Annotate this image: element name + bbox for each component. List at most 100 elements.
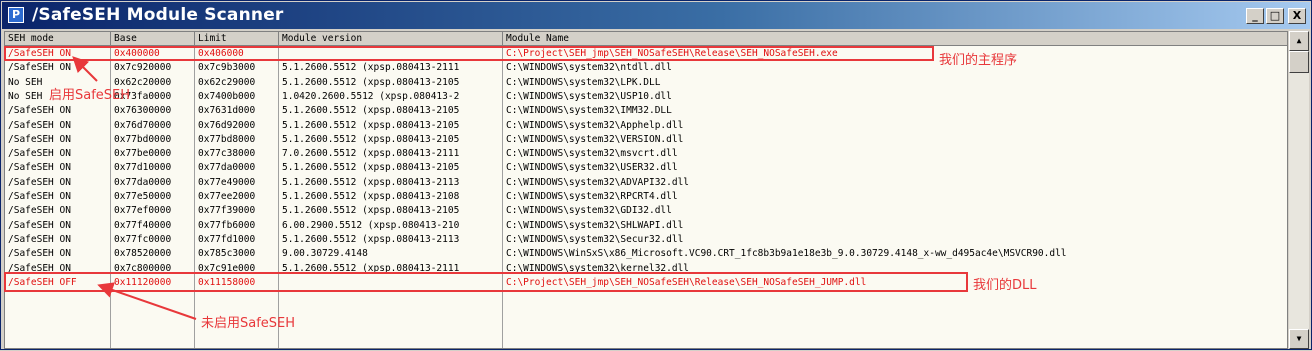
module-version-cell: 5.1.2600.5512 (xpsp.080413-2105	[282, 162, 460, 174]
limit-cell: 0x77e49000	[198, 176, 256, 188]
base-cell: 0x77f40000	[114, 219, 172, 231]
scroll-down-arrow-icon[interactable]: ▼	[1289, 329, 1309, 349]
limit-cell: 0x77fd1000	[198, 233, 256, 245]
scanner-window: P /SafeSEH Module Scanner _ □ X SEH mode…	[0, 0, 1312, 350]
scroll-thumb[interactable]	[1289, 51, 1309, 73]
table-row[interactable]: /SafeSEH ON 0x7c920000 0x7c9b3000 5.1.2600.…	[5, 61, 1287, 75]
annotation-main-program: 我们的主程序	[939, 53, 1018, 68]
seh-mode-cell: /SafeSEH ON	[8, 219, 71, 231]
base-cell: 0x7c920000	[114, 62, 172, 74]
module-name-cell: C:\WINDOWS\system32\Apphelp.dll	[506, 119, 684, 131]
module-version-cell: 5.1.2600.5512 (xpsp.080413-2105	[282, 76, 460, 88]
module-name-cell: C:\WINDOWS\system32\VERSION.dll	[506, 133, 684, 145]
limit-cell: 0x785c3000	[198, 248, 256, 260]
module-version-cell: 7.0.2600.5512 (xpsp.080413-2111	[282, 148, 460, 160]
seh-mode-cell: /SafeSEH ON	[8, 205, 71, 217]
module-name-cell: C:\WINDOWS\system32\ntdll.dll	[506, 62, 672, 74]
seh-mode-cell: /SafeSEH ON	[8, 105, 71, 117]
module-name-cell: C:\WINDOWS\system32\IMM32.DLL	[506, 105, 672, 117]
limit-cell: 0x7400b000	[198, 90, 256, 102]
module-name-cell: C:\WINDOWS\system32\USER32.dll	[506, 162, 678, 174]
annotation-enabled-safeseh: 启用SafeSEH	[49, 88, 131, 103]
module-version-cell: 5.1.2600.5512 (xpsp.080413-2113	[282, 233, 460, 245]
limit-cell: 0x77fb6000	[198, 219, 256, 231]
limit-cell: 0x77bd8000	[198, 133, 256, 145]
table-row[interactable]: /SafeSEH ON 0x77bd0000 0x77bd8000 5.1.2600.…	[5, 133, 1287, 147]
column-header-limit[interactable]: Limit	[195, 32, 279, 46]
close-button[interactable]: X	[1288, 8, 1306, 24]
seh-mode-cell: /SafeSEH ON	[8, 148, 71, 160]
title-bar[interactable]: P /SafeSEH Module Scanner _ □ X	[2, 2, 1310, 29]
table-row[interactable]: /SafeSEH ON 0x78520000 0x785c3000 9.00.3072…	[5, 247, 1287, 261]
table-row[interactable]: /SafeSEH ON 0x76d70000 0x76d92000 5.1.2600.…	[5, 119, 1287, 133]
base-cell: 0x76d70000	[114, 119, 172, 131]
column-header-base[interactable]: Base	[111, 32, 195, 46]
table-row[interactable]: /SafeSEH ON 0x77fc0000 0x77fd1000 5.1.2600.…	[5, 233, 1287, 247]
highlight-box-main-program	[4, 46, 934, 61]
table-row[interactable]: /SafeSEH ON 0x77d10000 0x77da0000 5.1.2600.…	[5, 161, 1287, 175]
seh-mode-cell: /SafeSEH ON	[8, 233, 71, 245]
limit-cell: 0x77f39000	[198, 205, 256, 217]
seh-mode-cell: /SafeSEH ON	[8, 133, 71, 145]
limit-cell: 0x77da0000	[198, 162, 256, 174]
module-version-cell: 5.1.2600.5512 (xpsp.080413-2105	[282, 119, 460, 131]
base-cell: 0x78520000	[114, 248, 172, 260]
base-cell: 0x77fc0000	[114, 233, 172, 245]
base-cell: 0x77d10000	[114, 162, 172, 174]
limit-cell: 0x77c38000	[198, 148, 256, 160]
seh-mode-cell: /SafeSEH ON	[8, 119, 71, 131]
seh-mode-cell: /SafeSEH ON	[8, 62, 71, 74]
module-name-cell: C:\WINDOWS\WinSxS\x86_Microsoft.VC90.CRT…	[506, 248, 1067, 260]
column-header-seh-mode[interactable]: SEH mode	[5, 32, 111, 46]
seh-mode-cell: /SafeSEH ON	[8, 248, 71, 260]
base-cell: 0x77e50000	[114, 191, 172, 202]
table-row[interactable]: No SEH 0x62c20000 0x62c29000 5.1.2600.5512 …	[5, 76, 1287, 90]
module-version-cell: 5.1.2600.5512 (xpsp.080413-2113	[282, 176, 460, 188]
minimize-button[interactable]: _	[1246, 8, 1264, 24]
app-icon: P	[8, 7, 24, 23]
module-table: SEH mode Base Limit Module version Modul…	[4, 31, 1288, 349]
module-version-cell: 5.1.2600.5512 (xpsp.080413-2105	[282, 133, 460, 145]
module-name-cell: C:\WINDOWS\system32\SHLWAPI.dll	[506, 219, 684, 231]
column-header-module-name[interactable]: Module Name	[503, 32, 1287, 46]
window-title: /SafeSEH Module Scanner	[32, 5, 284, 25]
module-name-cell: C:\WINDOWS\system32\ADVAPI32.dll	[506, 176, 690, 188]
limit-cell: 0x76d92000	[198, 119, 256, 131]
limit-cell: 0x7631d000	[198, 105, 256, 117]
table-row[interactable]: /SafeSEH ON 0x77da0000 0x77e49000 5.1.2600.…	[5, 176, 1287, 190]
module-name-cell: C:\WINDOWS\system32\msvcrt.dll	[506, 148, 678, 160]
base-cell: 0x77be0000	[114, 148, 172, 160]
module-version-cell: 5.1.2600.5512 (xpsp.080413-2105	[282, 105, 460, 117]
limit-cell: 0x7c9b3000	[198, 62, 256, 74]
annotation-our-dll: 我们的DLL	[973, 278, 1037, 293]
base-cell: 0x77ef0000	[114, 205, 172, 217]
table-row[interactable]: /SafeSEH ON 0x77ef0000 0x77f39000 5.1.2600.…	[5, 204, 1287, 218]
module-version-cell: 5.1.2600.5512 (xpsp.080413-2105	[282, 205, 460, 217]
module-name-cell: C:\WINDOWS\system32\LPK.DLL	[506, 76, 661, 88]
module-version-cell: 5.1.2600.5512 (xpsp.080413-2108	[282, 191, 460, 202]
limit-cell: 0x77ee2000	[198, 191, 256, 202]
table-row[interactable]: /SafeSEH ON 0x77f40000 0x77fb6000 6.00.2900…	[5, 219, 1287, 233]
annotation-not-enabled-safeseh: 未启用SafeSEH	[201, 316, 296, 331]
limit-cell: 0x62c29000	[198, 76, 256, 88]
module-version-cell: 6.00.2900.5512 (xpsp.080413-210	[282, 219, 460, 231]
module-version-cell: 9.00.30729.4148	[282, 248, 368, 260]
module-version-cell: 1.0420.2600.5512 (xpsp.080413-2	[282, 90, 460, 102]
base-cell: 0x76300000	[114, 105, 172, 117]
scroll-up-arrow-icon[interactable]: ▲	[1289, 31, 1309, 51]
column-header-module-version[interactable]: Module version	[279, 32, 503, 46]
table-row[interactable]: /SafeSEH ON 0x76300000 0x7631d000 5.1.2600.…	[5, 104, 1287, 118]
table-row[interactable]: No SEH 0x73fa0000 0x7400b000 1.0420.2600.55…	[5, 90, 1287, 104]
vertical-scrollbar[interactable]: ▲ ▼	[1289, 31, 1309, 349]
seh-mode-cell: /SafeSEH ON	[8, 162, 71, 174]
seh-mode-cell: /SafeSEH ON	[8, 176, 71, 188]
base-cell: 0x77da0000	[114, 176, 172, 188]
module-name-cell: C:\WINDOWS\system32\GDI32.dll	[506, 205, 672, 217]
module-name-cell: C:\WINDOWS\system32\Secur32.dll	[506, 233, 684, 245]
table-row[interactable]: /SafeSEH ON 0x77e50000 0x77ee2000 5.1.2600.…	[5, 190, 1287, 204]
table-row[interactable]: /SafeSEH ON 0x77be0000 0x77c38000 7.0.2600.…	[5, 147, 1287, 161]
module-version-cell: 5.1.2600.5512 (xpsp.080413-2111	[282, 62, 460, 74]
maximize-button[interactable]: □	[1266, 8, 1284, 24]
module-name-cell: C:\WINDOWS\system32\USP10.dll	[506, 90, 672, 102]
highlight-box-dll	[4, 272, 968, 292]
